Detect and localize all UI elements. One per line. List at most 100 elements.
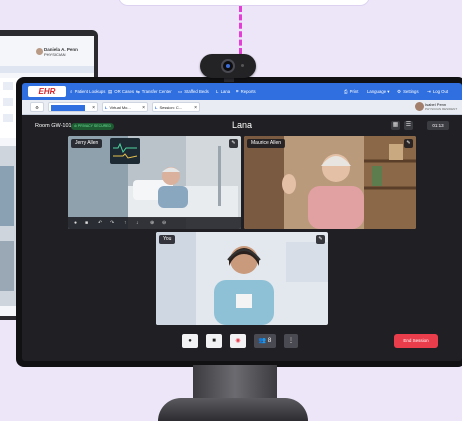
logout-icon: ⇥ xyxy=(427,89,431,94)
video-tile-maurice-allen[interactable]: Maurice Allen ✎ xyxy=(244,136,416,229)
ehr-top-bar: EHR ⌕ Patient Lookups ▤ OR Cases ⇆ Trans… xyxy=(22,83,462,100)
zoom-in-icon[interactable]: ⊕ xyxy=(150,217,154,229)
participant-name: You xyxy=(159,235,176,244)
mic-icon: ● xyxy=(188,338,192,344)
participants-count: 8 xyxy=(267,338,272,344)
participant-name: Maurice Allen xyxy=(247,139,286,148)
language-dropdown[interactable]: Language ▾ xyxy=(367,83,389,100)
session-timer: 01:13 xyxy=(427,121,449,130)
nav-lana[interactable]: L Lana xyxy=(216,83,230,100)
tab-label: Session: C... xyxy=(159,105,183,110)
nav-or-cases[interactable]: ▤ OR Cases xyxy=(108,83,134,100)
lana-icon: L xyxy=(155,105,158,110)
lana-icon: L xyxy=(105,105,108,110)
print-icon: ⎙ xyxy=(344,89,348,94)
nav-transfer-center[interactable]: ⇆ Transfer Center xyxy=(136,83,172,100)
nav-label: Reports xyxy=(240,89,256,94)
list-item xyxy=(3,82,13,90)
session-title: Lana xyxy=(231,120,253,130)
video-tile-you[interactable]: You ✎ xyxy=(156,232,328,325)
gear-icon: ⚙ xyxy=(35,105,39,110)
list-view-icon[interactable]: ☰ xyxy=(404,121,413,130)
transfer-icon: ⇆ xyxy=(136,89,140,94)
nav-reports[interactable]: ⌗ Reports xyxy=(236,83,256,100)
nav-label: Transfer Center xyxy=(141,89,172,94)
top-card xyxy=(118,0,370,6)
user-role: PHYSICIAN RESIDENT xyxy=(425,107,458,111)
dashed-connector xyxy=(239,6,242,54)
camera-button[interactable]: ■ xyxy=(206,334,222,348)
gear-icon: ⚙ xyxy=(397,89,401,94)
nav-logout[interactable]: ⇥ Log Out xyxy=(427,83,448,100)
end-session-button[interactable]: End Session xyxy=(394,334,438,348)
webcam xyxy=(200,54,256,78)
nav-label: Language ▾ xyxy=(367,89,390,94)
tab-label: Virtual Mo... xyxy=(109,105,131,110)
tilt-up-icon[interactable]: ↑ xyxy=(124,217,127,229)
nav-label: Print xyxy=(349,89,359,94)
video-tile-jerry-allen[interactable]: Jerry Allen ✎ ● ■ ↶ ↷ ↑ ↓ ⊕ ⊖ xyxy=(68,136,241,229)
bed-icon: ▭ xyxy=(178,89,183,94)
nav-staffed-beds[interactable]: ▭ Staffed Beds xyxy=(178,83,209,100)
grid-view-icon[interactable]: ▦ xyxy=(391,121,400,130)
camera-control-toolbar: ● ■ ↶ ↷ ↑ ↓ ⊕ ⊖ xyxy=(68,217,241,229)
webcam-indicator xyxy=(241,64,244,67)
nav-patient-lookups[interactable]: ⌕ Patient Lookups xyxy=(70,83,105,100)
people-icon: 👥 xyxy=(258,338,267,344)
pin-icon[interactable]: ✎ xyxy=(404,139,413,148)
monitor-screen: EHR ⌕ Patient Lookups ▤ OR Cases ⇆ Trans… xyxy=(22,83,462,361)
tab-highlight xyxy=(51,104,85,111)
back-laptop-tabbar xyxy=(0,66,94,73)
record-icon: ◉ xyxy=(235,338,241,344)
list-item xyxy=(3,114,13,122)
monitor-stand-base xyxy=(158,398,308,421)
nav-label: OR Cases xyxy=(114,89,135,94)
avatar[interactable] xyxy=(415,102,424,111)
back-laptop-user: Daniela A. Penn PHYSICIAN xyxy=(44,47,78,57)
webcam-lens-icon xyxy=(221,59,235,73)
nav-label: Patient Lookups xyxy=(74,89,106,94)
tilt-down-icon[interactable]: ↓ xyxy=(136,217,139,229)
close-icon[interactable]: × xyxy=(194,103,197,111)
monitor-stand-neck xyxy=(193,365,277,401)
avatar xyxy=(36,48,43,55)
close-icon[interactable]: × xyxy=(92,103,95,111)
list-item xyxy=(3,98,13,106)
chart-icon: ⌗ xyxy=(236,89,239,94)
pan-left-icon[interactable]: ↶ xyxy=(98,217,102,229)
nav-label: Staffed Beds xyxy=(184,89,209,94)
record-button[interactable]: ◉ xyxy=(230,334,246,348)
tab-session[interactable]: L Session: C... × xyxy=(152,102,200,112)
nav-label: Settings xyxy=(403,89,419,94)
lana-icon: L xyxy=(216,89,219,94)
badge-label: PRIVACY SECURED xyxy=(77,123,112,128)
video-icon: ■ xyxy=(212,338,216,344)
close-icon[interactable]: × xyxy=(142,103,145,111)
pan-right-icon[interactable]: ↷ xyxy=(110,217,114,229)
mic-icon[interactable]: ● xyxy=(74,217,77,229)
user-role: PHYSICIAN xyxy=(44,52,66,57)
pin-icon[interactable]: ✎ xyxy=(316,235,325,244)
self-video-image xyxy=(156,232,328,325)
family-video-image xyxy=(244,136,416,229)
pin-icon[interactable]: ✎ xyxy=(229,139,238,148)
more-icon: ⋮ xyxy=(288,338,294,344)
tab-virtual-monitoring[interactable]: L Virtual Mo... × xyxy=(102,102,148,112)
participant-name: Jerry Allen xyxy=(71,139,103,148)
more-options-button[interactable]: ⋮ xyxy=(284,334,298,348)
tab-bar: ⚙ × L Virtual Mo... × L Session: C... × Is… xyxy=(22,100,462,115)
tab-blank[interactable]: × xyxy=(48,102,98,112)
zoom-out-icon[interactable]: ⊖ xyxy=(162,217,166,229)
nav-label: Lana xyxy=(220,89,231,94)
patient-video-image xyxy=(68,136,241,229)
participants-button[interactable]: 👥 8 xyxy=(254,334,276,348)
home-tab[interactable]: ⚙ xyxy=(30,102,44,112)
privacy-secured-badge: ⊘ PRIVACY SECURED xyxy=(71,122,115,130)
video-icon[interactable]: ■ xyxy=(85,217,88,229)
nav-print[interactable]: ⎙ Print xyxy=(344,83,358,100)
nav-settings[interactable]: ⚙ Settings xyxy=(397,83,419,100)
mic-button[interactable]: ● xyxy=(182,334,198,348)
search-icon: ⌕ xyxy=(70,89,73,94)
ehr-logo[interactable]: EHR xyxy=(28,86,66,97)
clipboard-icon: ▤ xyxy=(108,89,113,94)
